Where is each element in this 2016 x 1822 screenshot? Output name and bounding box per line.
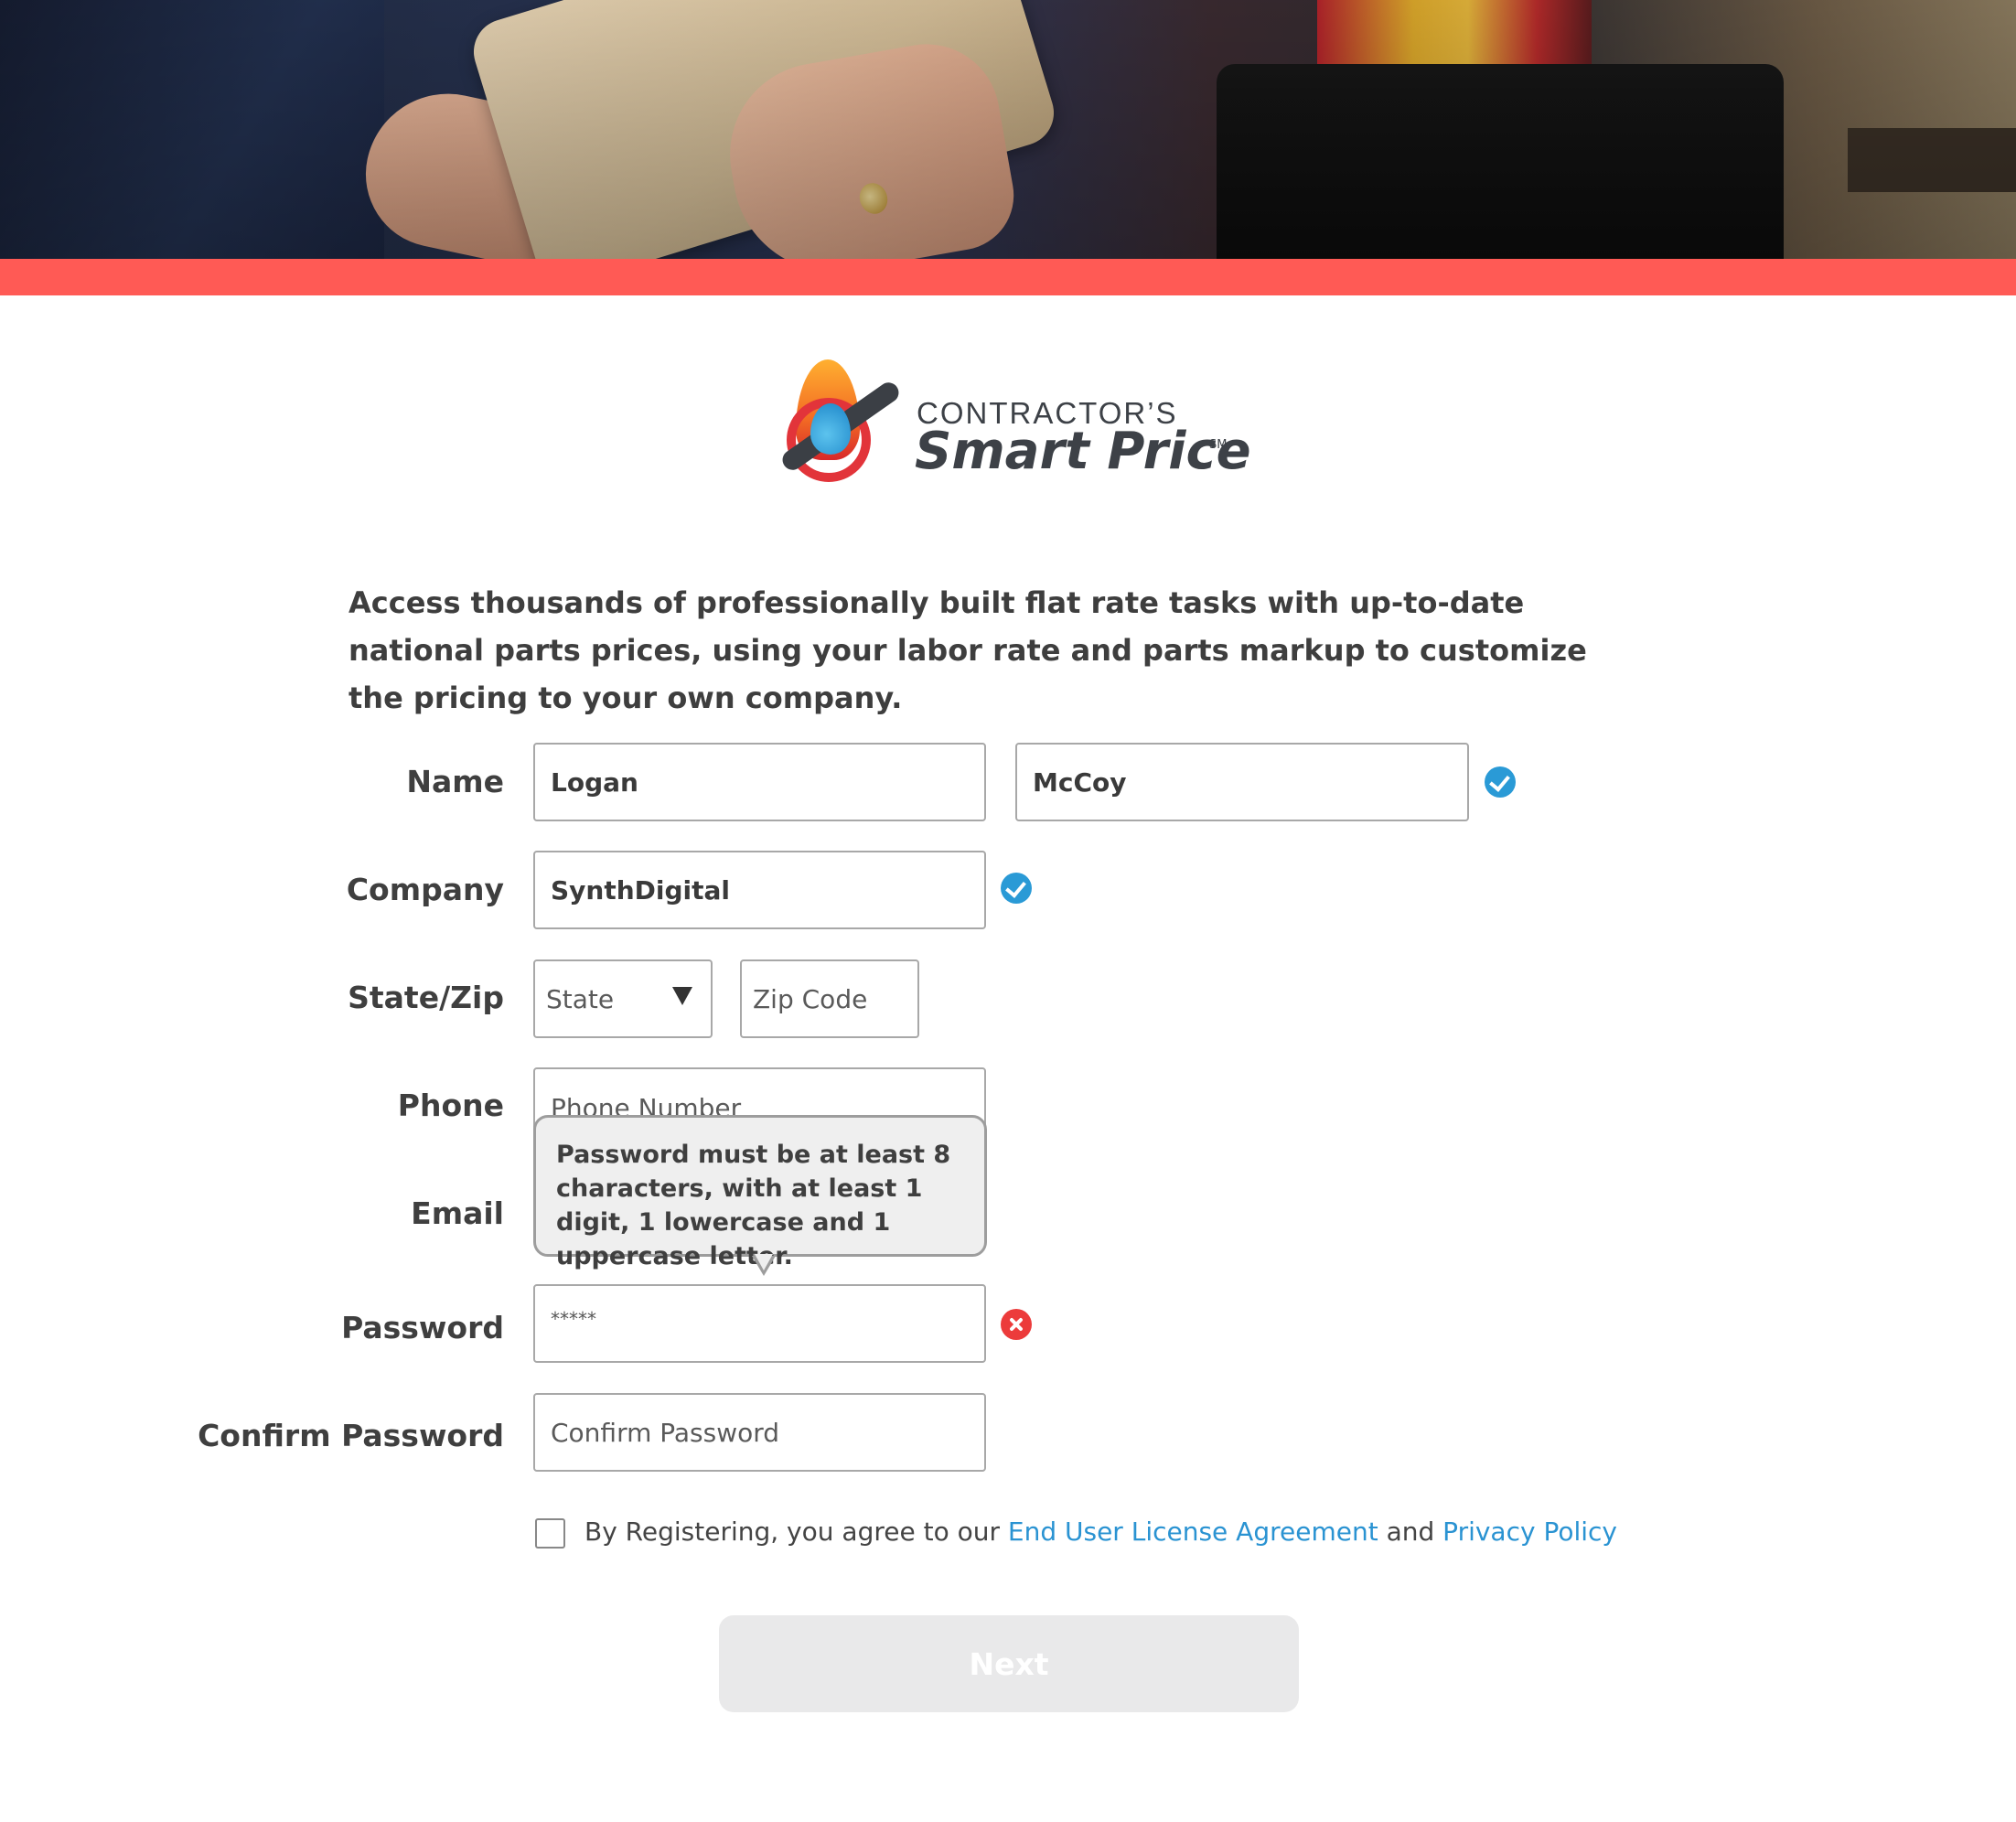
password-error-icon	[1001, 1309, 1032, 1340]
last-name-input[interactable]: McCoy	[1015, 743, 1469, 821]
state-zip-label: State/Zip	[348, 980, 504, 1015]
brand-logo: CONTRACTOR’S Smart Price SM	[768, 352, 1251, 489]
phone-label: Phone	[397, 1088, 504, 1123]
email-label: Email	[411, 1195, 504, 1231]
password-input[interactable]: *****	[533, 1284, 986, 1363]
next-button[interactable]: Next	[719, 1615, 1299, 1712]
agreement-middle: and	[1378, 1517, 1443, 1547]
name-label: Name	[406, 764, 504, 799]
password-requirements-tooltip: Password must be at least 8 characters, …	[533, 1115, 987, 1276]
tooltip-text: Password must be at least 8 characters, …	[556, 1141, 951, 1270]
privacy-policy-link[interactable]: Privacy Policy	[1442, 1517, 1617, 1547]
agreement-prefix: By Registering, you agree to our	[584, 1517, 1008, 1547]
password-label: Password	[341, 1310, 504, 1345]
logo-service-mark: SM	[1209, 438, 1228, 452]
intro-text: Access thousands of professionally built…	[349, 585, 1587, 715]
zip-code-input[interactable]: Zip Code	[740, 959, 919, 1038]
name-valid-check-icon	[1485, 766, 1516, 798]
state-select-value: State	[546, 983, 615, 1014]
hero-image	[0, 0, 2016, 259]
agreement-checkbox[interactable]	[535, 1518, 565, 1549]
state-select[interactable]: State	[533, 959, 713, 1038]
first-name-input[interactable]: Logan	[533, 743, 986, 821]
agreement-text: By Registering, you agree to our End Use…	[584, 1517, 1617, 1547]
company-label: Company	[346, 872, 504, 907]
confirm-password-label: Confirm Password	[198, 1418, 504, 1453]
logo-mark-icon	[768, 352, 906, 489]
confirm-password-input[interactable]: Confirm Password	[533, 1393, 986, 1472]
caret-down-icon	[672, 987, 692, 1005]
logo-line2: Smart Price	[915, 422, 1251, 481]
eula-link[interactable]: End User License Agreement	[1008, 1517, 1378, 1547]
company-valid-check-icon	[1001, 873, 1032, 904]
company-input[interactable]: SynthDigital	[533, 851, 986, 929]
accent-bar	[0, 259, 2016, 295]
